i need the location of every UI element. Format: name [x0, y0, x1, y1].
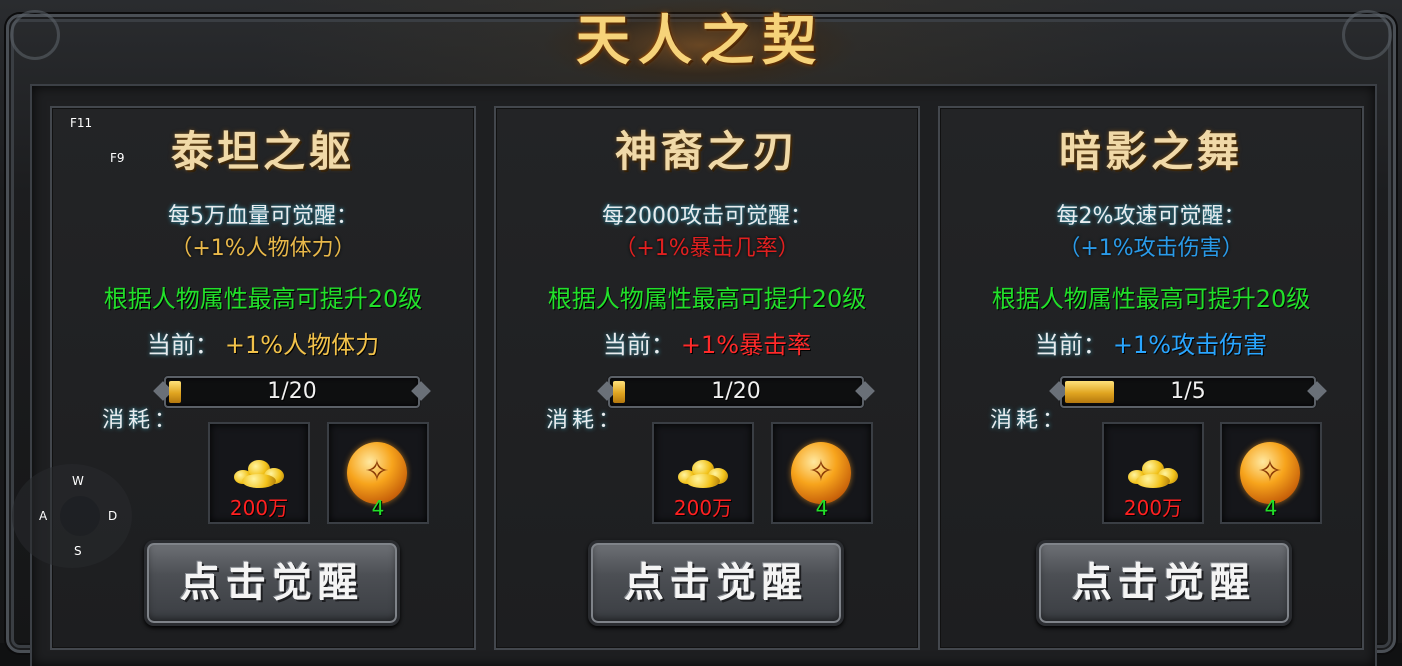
- gold-coins-icon: [674, 452, 732, 490]
- gold-coins-icon: [1124, 452, 1182, 490]
- current-value: +1%攻击伤害: [1112, 331, 1268, 359]
- gold-quantity: 200万: [1123, 496, 1183, 520]
- awaken-button[interactable]: 点击觉醒: [144, 540, 400, 626]
- current-value: +1%暴击率: [680, 331, 812, 359]
- awaken-bonus: （+1%人物体力）: [170, 236, 356, 261]
- progress-bar: 1/20: [164, 376, 420, 408]
- max-level-text: 根据人物属性最高可提升20级: [547, 285, 867, 313]
- panel-title: 神裔之刃: [614, 127, 799, 176]
- hotkey-f11[interactable]: F11: [70, 116, 92, 130]
- awaken-panel-divine: 神裔之刃 每2000攻击可觉醒： （+1%暴击几率） 根据人物属性最高可提升20…: [494, 106, 920, 650]
- awaken-bonus: （+1%攻击伤害）: [1058, 236, 1244, 261]
- awaken-button-label: 点击觉醒: [1072, 559, 1256, 606]
- current-row: 当前： +1%人物体力: [52, 328, 474, 362]
- current-label: 当前：: [1034, 331, 1107, 359]
- cost-slot-gold[interactable]: 200万: [1102, 422, 1204, 524]
- progress-text: 1/20: [711, 379, 761, 404]
- cost-slot-item[interactable]: ✧ 4: [327, 422, 429, 524]
- current-row: 当前： +1%攻击伤害: [940, 328, 1362, 362]
- awaken-button[interactable]: 点击觉醒: [1036, 540, 1292, 626]
- awaken-button[interactable]: 点击觉醒: [588, 540, 844, 626]
- item-quantity: 4: [1264, 496, 1278, 520]
- awaken-button-label: 点击觉醒: [180, 559, 364, 606]
- virtual-joystick[interactable]: W A D S: [12, 464, 132, 568]
- cost-label: 消耗：: [990, 408, 1069, 433]
- hotkey-f9[interactable]: F9: [110, 151, 125, 165]
- progress-text: 1/20: [267, 379, 317, 404]
- awaken-stone-icon: ✧: [1240, 442, 1300, 504]
- awaken-stone-icon: ✧: [791, 442, 851, 504]
- gold-quantity: 200万: [229, 496, 289, 520]
- max-level-text: 根据人物属性最高可提升20级: [991, 285, 1311, 313]
- cost-slot-gold[interactable]: 200万: [208, 422, 310, 524]
- current-row: 当前： +1%暴击率: [496, 328, 918, 362]
- gold-quantity: 200万: [673, 496, 733, 520]
- awaken-panel-shadow: 暗影之舞 每2%攻速可觉醒： （+1%攻击伤害） 根据人物属性最高可提升20级 …: [938, 106, 1364, 650]
- cost-slot-gold[interactable]: 200万: [652, 422, 754, 524]
- joystick-knob[interactable]: [60, 496, 100, 536]
- cost-slot-item[interactable]: ✧ 4: [771, 422, 873, 524]
- awaken-bonus: （+1%暴击几率）: [614, 236, 800, 261]
- progress-bar: 1/5: [1060, 376, 1316, 408]
- item-quantity: 4: [815, 496, 829, 520]
- cost-slot-item[interactable]: ✧ 4: [1220, 422, 1322, 524]
- awaken-button-label: 点击觉醒: [624, 559, 808, 606]
- current-label: 当前：: [602, 331, 675, 359]
- joystick-key-right: D: [108, 509, 118, 523]
- frame-ornament: [10, 10, 60, 60]
- awaken-stone-icon: ✧: [347, 442, 407, 504]
- joystick-key-down: S: [74, 544, 82, 558]
- max-level-text: 根据人物属性最高可提升20级: [103, 285, 423, 313]
- window-title: 天人之契: [576, 8, 824, 72]
- gold-coins-icon: [230, 452, 288, 490]
- frame-ornament: [1342, 10, 1392, 60]
- current-label: 当前：: [146, 331, 219, 359]
- cost-label: 消耗：: [102, 408, 181, 433]
- cost-label: 消耗：: [546, 408, 625, 433]
- current-value: +1%人物体力: [224, 331, 380, 359]
- awaken-condition: 每2%攻速可觉醒：: [1056, 204, 1246, 229]
- joystick-key-up: W: [72, 474, 84, 488]
- item-quantity: 4: [371, 496, 385, 520]
- progress-bar: 1/20: [608, 376, 864, 408]
- panel-title: 暗影之舞: [1058, 127, 1243, 176]
- awaken-condition: 每5万血量可觉醒：: [168, 204, 358, 229]
- awaken-condition: 每2000攻击可觉醒：: [602, 204, 812, 229]
- progress-text: 1/5: [1170, 379, 1206, 404]
- joystick-key-left: A: [39, 509, 48, 523]
- awaken-panel-titan: 泰坦之躯 每5万血量可觉醒： （+1%人物体力） 根据人物属性最高可提升20级 …: [50, 106, 476, 650]
